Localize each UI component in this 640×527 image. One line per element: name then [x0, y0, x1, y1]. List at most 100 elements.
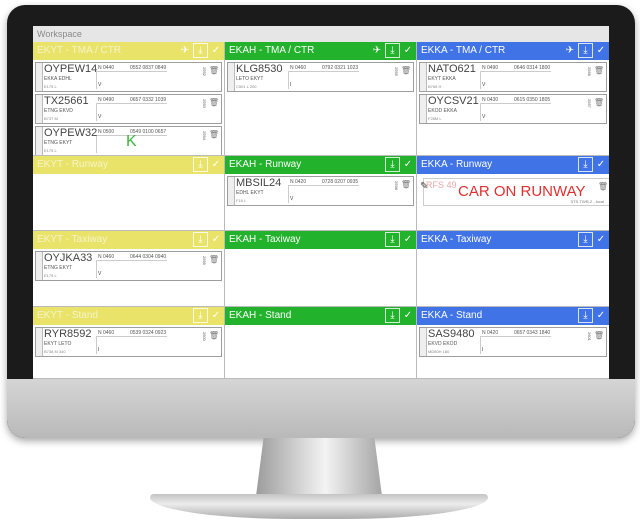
pane-title: EKYT - Taxiway: [37, 234, 108, 245]
check-icon[interactable]: ✓: [593, 307, 609, 325]
aircraft-type: MD80H 180: [428, 349, 450, 354]
strip-marker: [36, 328, 43, 356]
trash-icon[interactable]: 🗑: [594, 98, 604, 107]
callsign: OYPEW32: [44, 127, 98, 139]
route: EKOD EKKA: [428, 108, 457, 114]
route: EKKA EDHL: [44, 76, 72, 82]
flight-strip[interactable]: TX25661 ETNG EKVD B737 M N 0490 0657 0332 10…: [35, 94, 222, 124]
strip-id: 2599: [202, 256, 207, 265]
pane-title: EKKA - TMA / CTR: [421, 45, 506, 56]
flight-strip[interactable]: SAS9480 EKVD EKOD MD80H 180 N 0420 0657 0343…: [419, 327, 607, 357]
strip-id: 2595: [394, 67, 399, 76]
aircraft-type: B765 H: [428, 84, 442, 89]
pane-title: EKYT - Stand: [37, 310, 98, 321]
download-icon[interactable]: ⤓: [193, 232, 208, 247]
check-icon[interactable]: ✓: [593, 156, 609, 174]
trash-icon[interactable]: 🗑: [401, 180, 411, 189]
squawk: N 0460: [98, 330, 115, 336]
strip-grid: [96, 336, 167, 354]
squawk: N 0460: [98, 254, 115, 260]
strip-id: 2596: [587, 67, 592, 76]
pane-header: EKAH - Taxiway ⤓ ✓: [225, 231, 416, 249]
check-icon[interactable]: ✓: [593, 42, 609, 60]
flight-rule: I: [482, 347, 484, 353]
strip-id: 2593: [202, 99, 207, 108]
check-icon[interactable]: ✓: [400, 156, 416, 174]
check-icon[interactable]: ✓: [208, 307, 224, 325]
squawk: N 0490: [482, 65, 499, 71]
callsign: OYCSV21: [428, 95, 479, 107]
check-icon[interactable]: ✓: [400, 231, 416, 249]
callsign: SAS9480: [428, 328, 475, 340]
pane-header: EKKA - Runway ⤓ ✓: [417, 156, 609, 174]
callsign: NATO621: [428, 63, 476, 75]
check-icon[interactable]: ✓: [400, 307, 416, 325]
times: 0615 0350 1805: [514, 97, 551, 103]
check-icon[interactable]: ✓: [208, 231, 224, 249]
note-source: STS-TWR-2 - local: [570, 199, 604, 204]
download-icon[interactable]: ⤓: [385, 157, 400, 172]
pane: EKYT - TMA / CTR ✈ ⤓ ✓ OYPEW14 EKKA EDHL E175 …: [33, 42, 225, 156]
route: LETO EKYT: [236, 76, 264, 82]
trash-icon[interactable]: 🗑: [401, 66, 411, 75]
check-icon[interactable]: ✓: [400, 42, 416, 60]
pane-controls: ✈ ⤓ ✓: [177, 42, 224, 60]
flight-rule: V: [482, 82, 486, 88]
trash-icon[interactable]: 🗑: [209, 130, 219, 139]
flight-rule: V: [482, 114, 486, 120]
pane-header: EKKA - Taxiway ⤓ ✓: [417, 231, 609, 249]
flight-strip[interactable]: OYPEW32 ETNG EKYT E175 LN 0500 0549 0100 06…: [35, 126, 222, 155]
download-icon[interactable]: ⤓: [193, 43, 208, 58]
download-icon[interactable]: ⤓: [578, 308, 593, 323]
download-icon[interactable]: ⤓: [578, 157, 593, 172]
trash-icon[interactable]: 🗑: [209, 255, 219, 264]
download-icon[interactable]: ⤓: [193, 308, 208, 323]
flight-strip[interactable]: OYJKA33 ETNG EKYT E175 L N 0460 0644 0304 09…: [35, 251, 222, 281]
trash-icon[interactable]: 🗑: [598, 182, 608, 191]
download-icon[interactable]: ⤓: [385, 232, 400, 247]
strip-id: 2597: [587, 99, 592, 108]
aircraft-type: B738 M 340: [44, 349, 66, 354]
flight-strip[interactable]: OYCSV21 EKOD EKKA F28M L N 0430 0615 0350 18…: [419, 94, 607, 124]
pane-controls: ⤓ ✓: [193, 307, 224, 325]
flight-strip[interactable]: RYR8592 EKYT LETO B738 M 340 N 0460 0539 032…: [35, 327, 222, 357]
flight-strip[interactable]: MBSIL24 EDHL EKYT F16 L N 0420 0728 0207 093…: [227, 176, 414, 206]
check-icon[interactable]: ✓: [208, 42, 224, 60]
download-icon[interactable]: ⤓: [385, 43, 400, 58]
trash-icon[interactable]: 🗑: [209, 98, 219, 107]
pane-header: EKAH - TMA / CTR ✈ ⤓ ✓: [225, 42, 416, 60]
trash-icon[interactable]: 🗑: [594, 66, 604, 75]
pane-controls: ✈ ⤓ ✓: [369, 42, 416, 60]
download-icon[interactable]: ⤓: [578, 43, 593, 58]
flight-strip[interactable]: KLG8530 LETO EKYT C501 L 200 N 0460 0792 032…: [227, 62, 414, 92]
pane: EKYT - Runway ⤓ ✓: [33, 156, 225, 231]
pane-header: EKYT - Runway ⤓ ✓: [33, 156, 224, 174]
pane-title: EKYT - TMA / CTR: [37, 45, 122, 56]
download-icon[interactable]: ⤓: [385, 308, 400, 323]
download-icon[interactable]: ⤓: [193, 157, 208, 172]
trash-icon[interactable]: 🗑: [594, 331, 604, 340]
trash-icon[interactable]: 🗑: [209, 331, 219, 340]
flight-strip[interactable]: OYPEW14 EKKA EDHL E175 L N 0440 0552 0837 08…: [35, 62, 222, 92]
callsign: OYJKA33: [44, 252, 93, 264]
handwritten-note: RFS 49: [426, 180, 457, 190]
runway-note[interactable]: ✎ RFS 49 CAR ON RUNWAY STS-TWR-2 - local 🗑: [420, 178, 609, 206]
workspace-title: Workspace: [33, 26, 609, 42]
strip-grid: [480, 71, 551, 89]
strip-marker: [420, 63, 427, 91]
pane: EKYT - Taxiway ⤓ ✓ OYJKA33 ETNG EKYT E175 L N …: [33, 231, 225, 307]
check-icon[interactable]: ✓: [208, 156, 224, 174]
plane-icon[interactable]: ✈: [562, 42, 578, 60]
download-icon[interactable]: ⤓: [578, 232, 593, 247]
plane-icon[interactable]: ✈: [369, 42, 385, 60]
pane: EKKA - Stand ⤓ ✓ SAS9480 EKVD EKOD MD80H 180 N…: [417, 307, 609, 379]
pane-header: EKYT - Taxiway ⤓ ✓: [33, 231, 224, 249]
callsign: RYR8592: [44, 328, 92, 340]
flight-strip[interactable]: NATO621 EKYT EKKA B765 H N 0490 0646 0314 18…: [419, 62, 607, 92]
squawk: N 0490: [98, 97, 115, 103]
monitor-base: [150, 494, 488, 519]
check-icon[interactable]: ✓: [593, 231, 609, 249]
trash-icon[interactable]: 🗑: [209, 66, 219, 75]
plane-icon[interactable]: ✈: [177, 42, 193, 60]
pane-title: EKKA - Stand: [421, 310, 483, 321]
